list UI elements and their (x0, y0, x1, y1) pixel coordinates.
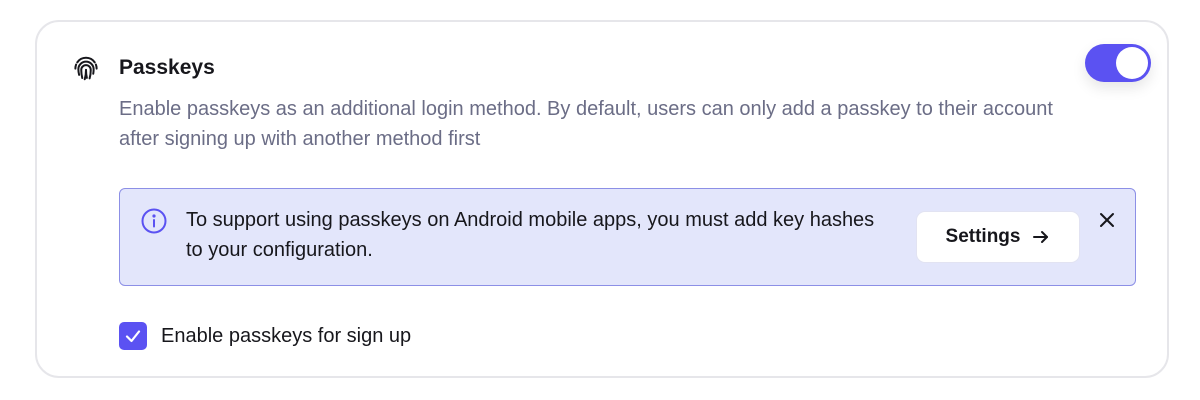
section-description: Enable passkeys as an additional login m… (119, 98, 1053, 150)
passkeys-settings-card: Passkeys Enable passkeys as an additiona… (35, 20, 1169, 378)
signup-passkeys-option: Enable passkeys for sign up (119, 320, 411, 352)
signup-passkeys-label: Enable passkeys for sign up (161, 325, 412, 347)
toggle-knob (1116, 47, 1148, 79)
signup-passkeys-checkbox[interactable] (119, 322, 147, 350)
close-icon[interactable] (1096, 209, 1118, 231)
arrow-right-icon (1033, 231, 1049, 243)
android-info-alert: To support using passkeys on Android mob… (119, 188, 1136, 286)
alert-message: To support using passkeys on Android mob… (186, 209, 875, 261)
passkeys-enabled-toggle[interactable] (1085, 44, 1151, 82)
section-title: Passkeys (119, 56, 215, 79)
settings-button-label: Settings (945, 226, 1021, 247)
fingerprint-icon (74, 56, 98, 81)
info-icon (141, 208, 167, 234)
checkmark-icon (125, 330, 141, 343)
settings-button[interactable]: Settings (916, 211, 1080, 263)
